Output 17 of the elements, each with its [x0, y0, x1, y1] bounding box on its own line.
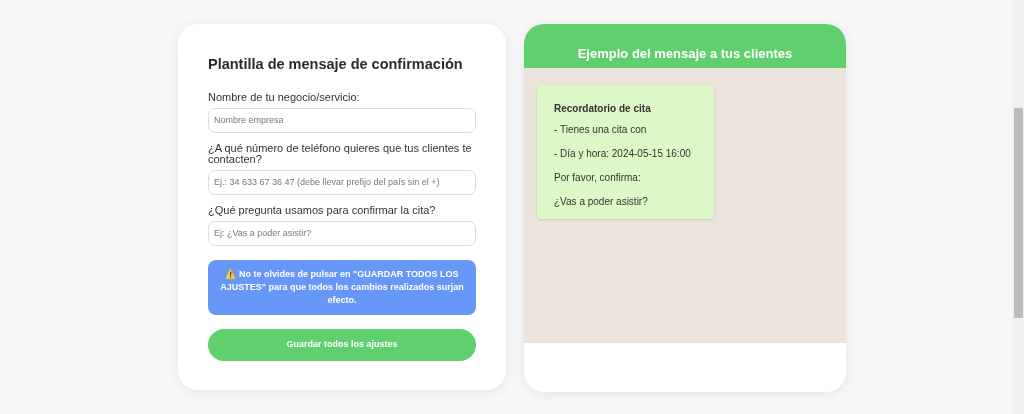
field-label: ¿A qué número de teléfono quieres que tus clientes te contacten?	[208, 142, 473, 165]
form-title: Plantilla de mensaje de confirmación	[208, 55, 464, 74]
input-field[interactable]: Ej.: 34 633 67 36 47 (debe llevar prefijo del país sin el +)	[208, 169, 476, 195]
input-field[interactable]: Ej: ¿Vas a poder asistir?	[208, 220, 476, 246]
field-label: ¿Qué pregunta usamos para confirmar la cita?	[208, 204, 437, 216]
message-line: Por favor, confirma:	[554, 171, 642, 185]
message-line: ¿Vas a poder asistir?	[554, 195, 649, 209]
preview-title: Ejemplo del mensaje a tus clientes	[577, 44, 793, 63]
scrollbar-thumb[interactable]	[1014, 108, 1023, 318]
message-heading: Recordatorio de cita	[554, 102, 652, 116]
field-label: Nombre de tu negocio/servicio:	[208, 91, 361, 103]
scrollbar[interactable]	[1012, 0, 1024, 414]
message-line: - Tienes una cita con	[554, 123, 648, 137]
warning-banner: ⚠ No te olvides de pulsar en "GUARDAR TODOS LOS AJUSTES" para que todos los cambios realizados surjan efecto.	[208, 259, 476, 315]
save-button[interactable]: Guardar todos los ajustes	[208, 328, 476, 361]
message-line: - Día y hora: 2024-05-15 16:00	[554, 147, 692, 161]
input-field[interactable]: Nombre empresa	[208, 107, 476, 133]
